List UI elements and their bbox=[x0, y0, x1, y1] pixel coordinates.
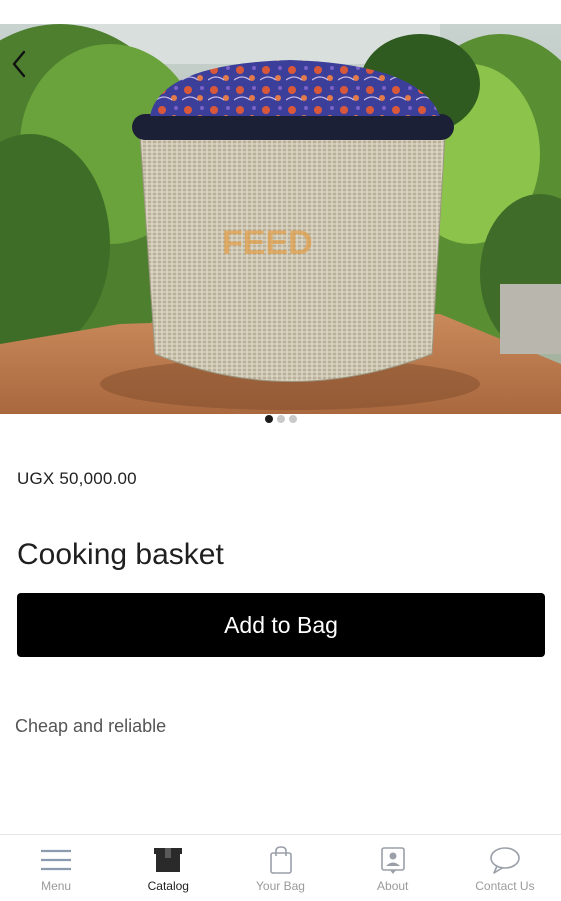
chat-bubble-icon bbox=[490, 847, 520, 874]
watermark-text: FEED bbox=[222, 224, 313, 262]
nav-item-bag[interactable]: Your Bag bbox=[224, 835, 336, 901]
nav-item-catalog[interactable]: Catalog bbox=[112, 835, 224, 901]
nav-label-contact: Contact Us bbox=[475, 879, 535, 893]
nav-item-menu[interactable]: Menu bbox=[0, 835, 112, 901]
nav-item-about[interactable]: About bbox=[337, 835, 449, 901]
carousel-dot-2[interactable] bbox=[276, 415, 285, 423]
nav-label-about: About bbox=[377, 879, 409, 893]
carousel-dot-3[interactable] bbox=[288, 415, 297, 423]
nav-label-menu: Menu bbox=[41, 879, 72, 893]
contact-card-icon bbox=[380, 847, 405, 874]
add-to-bag-button[interactable]: Add to Bag bbox=[17, 593, 545, 657]
menu-icon bbox=[41, 849, 72, 871]
product-image-graphic: FEED bbox=[0, 24, 561, 414]
nav-item-contact[interactable]: Contact Us bbox=[449, 835, 561, 901]
product-price: UGX 50,000.00 bbox=[17, 469, 137, 488]
nav-label-catalog: Catalog bbox=[147, 879, 189, 893]
bottom-nav: Menu Catalog Your Bag About Contact Us bbox=[0, 834, 561, 901]
product-title: Cooking basket bbox=[17, 538, 224, 571]
nav-label-bag: Your Bag bbox=[256, 879, 305, 893]
product-image[interactable]: FEED bbox=[0, 24, 561, 414]
status-bar-spacer bbox=[0, 0, 561, 24]
shopping-bag-icon bbox=[269, 846, 292, 874]
chevron-left-icon bbox=[12, 50, 26, 78]
carousel-indicator bbox=[0, 414, 561, 424]
back-button[interactable] bbox=[6, 46, 34, 82]
carousel-dot-1[interactable] bbox=[264, 415, 273, 423]
box-icon bbox=[154, 848, 183, 872]
product-description: Cheap and reliable bbox=[15, 716, 167, 736]
